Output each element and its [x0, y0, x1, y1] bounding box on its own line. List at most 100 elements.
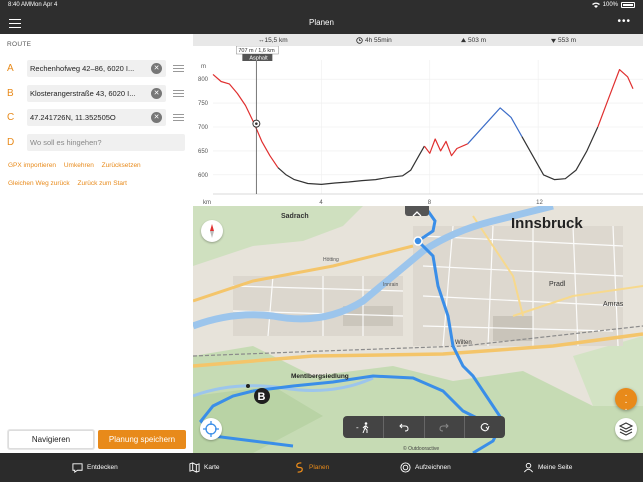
more-options-icon[interactable]: ••• — [617, 17, 631, 27]
redo-button[interactable] — [425, 416, 466, 438]
reroute-button[interactable] — [465, 416, 505, 438]
waypoint-d-input[interactable]: Wo soll es hingehen? — [27, 134, 185, 151]
same-way-back-link[interactable]: Gleichen Weg zurück — [8, 180, 70, 187]
waypoint-b-field[interactable]: Klosterangerstraße 43, 6020 I... — [27, 85, 166, 102]
walk-icon — [362, 421, 369, 433]
plan-view: ↔15,5 km 4h 55min 503 m 553 m 600 650 700 7… — [193, 34, 643, 453]
tab-map[interactable]: Karte — [189, 453, 220, 482]
waypoint-letter: A — [7, 63, 14, 74]
drag-handle-icon[interactable] — [173, 65, 184, 72]
status-bar: 8:40 AM Mon Apr 4 100% — [0, 0, 643, 12]
y-tick-label: 700 — [198, 125, 209, 131]
map-attribution: © Outdooractive — [403, 445, 439, 452]
tab-map-label: Karte — [204, 464, 220, 471]
wifi-icon — [591, 2, 600, 8]
waypoint-letter: B — [7, 88, 14, 99]
stat-ascent-value: 503 m — [468, 37, 487, 44]
redo-icon — [439, 423, 450, 432]
map-label-innsbruck: Innsbruck — [511, 215, 583, 232]
compass-button[interactable] — [201, 220, 223, 242]
tab-plan[interactable]: Planen — [294, 453, 329, 482]
discover-icon — [72, 463, 83, 473]
map-label-pradl: Pradl — [549, 281, 566, 288]
waypoint-d: D Wo soll es hingehen? — [0, 134, 193, 152]
ascent-icon — [461, 38, 466, 43]
map-label-wilten: Wilten — [455, 340, 472, 346]
waypoint-c: C 47.241726N, 11.352505O ✕ — [0, 109, 193, 127]
walk-mode-label: - — [356, 422, 359, 432]
tab-discover[interactable]: Entdecken — [72, 453, 118, 482]
vertical-dots-icon: · · · — [624, 390, 628, 415]
cursor-value-label: 707 m / 1,6 km — [238, 48, 275, 54]
drag-handle-icon[interactable] — [173, 114, 184, 121]
y-tick-label: 650 — [198, 149, 209, 155]
waypoint-letter: D — [7, 137, 15, 148]
waypoint-letter: C — [7, 112, 15, 123]
status-date: Mon Apr 4 — [30, 2, 58, 8]
map-label-hoetting: Hötting — [323, 257, 339, 263]
drag-handle-icon[interactable] — [173, 90, 184, 97]
undo-icon — [398, 423, 409, 432]
back-to-start-link[interactable]: Zurück zum Start — [77, 180, 126, 187]
map-edit-toolbar: - — [343, 416, 505, 438]
locate-button[interactable] — [200, 418, 222, 440]
waypoint-c-field[interactable]: 47.241726N, 11.352505O — [27, 109, 166, 126]
tab-record[interactable]: Aufzeichnen — [400, 453, 451, 482]
tab-plan-label: Planen — [309, 464, 330, 471]
elevation-chart[interactable]: 6006507007508004 8 12mkm707 m / 1,6 kmAsph… — [193, 46, 643, 206]
cursor-surface-label: Asphalt — [249, 56, 268, 62]
status-time: 8:40 AM — [8, 2, 31, 8]
reverse-link[interactable]: Umkehren — [64, 162, 94, 169]
waypoint-a-field[interactable]: Rechenhofweg 42–86, 6020 I... — [27, 60, 166, 77]
cursor-point-center — [255, 122, 258, 125]
stat-ascent: 503 m — [461, 37, 486, 44]
status-right: 100% — [591, 2, 635, 8]
map-label-sadrach: Sadrach — [281, 213, 309, 220]
stat-duration: 4h 55min — [356, 37, 392, 44]
route-actions-row2: Gleichen Weg zurück Zurück zum Start — [8, 180, 133, 187]
bottom-tab-bar: Entdecken Karte Planen Aufzeichnen Meine… — [0, 453, 643, 482]
reroute-icon — [480, 422, 490, 432]
clear-icon[interactable]: ✕ — [151, 88, 162, 99]
tab-profile[interactable]: Meine Seite — [523, 453, 572, 482]
tab-profile-label: Meine Seite — [538, 464, 573, 471]
more-actions-button[interactable]: · · · — [615, 388, 637, 415]
stat-distance: ↔15,5 km — [258, 37, 288, 44]
crosshair-icon — [203, 421, 219, 437]
navigate-button[interactable]: Navigieren — [8, 430, 94, 449]
plan-icon — [296, 462, 303, 473]
layers-button[interactable] — [615, 418, 637, 440]
tab-record-label: Aufzeichnen — [415, 464, 451, 471]
chart-background — [193, 46, 643, 206]
y-tick-label: 800 — [198, 77, 209, 83]
y-tick-label: 750 — [198, 101, 209, 107]
record-icon — [400, 462, 411, 473]
y-tick-label: 600 — [198, 173, 209, 179]
route-heading: ROUTE — [7, 41, 32, 48]
save-plan-button[interactable]: Planung speichern — [98, 430, 186, 449]
battery-percent: 100% — [602, 2, 618, 8]
tab-discover-label: Entdecken — [87, 464, 118, 471]
clear-icon[interactable]: ✕ — [151, 112, 162, 123]
route-actions-row1: GPX importieren Umkehren Zurücksetzen — [8, 162, 147, 169]
top-nav-bar: Planen ••• — [0, 12, 643, 34]
collapse-chart-button[interactable] — [405, 206, 429, 217]
map-label-amras: Amras — [603, 301, 624, 308]
reset-link[interactable]: Zurücksetzen — [102, 162, 141, 169]
map-label-innrain: Innrain — [383, 282, 399, 288]
descent-icon — [551, 38, 556, 43]
chevron-up-icon — [412, 211, 422, 217]
route-panel: ROUTE A Rechenhofweg 42–86, 6020 I... ✕ … — [0, 34, 193, 453]
gpx-import-link[interactable]: GPX importieren — [8, 162, 56, 169]
stat-duration-value: 4h 55min — [365, 37, 392, 44]
profile-icon — [524, 462, 533, 473]
route-stats-bar: ↔15,5 km 4h 55min 503 m 553 m — [193, 34, 643, 46]
walk-mode-button[interactable]: - — [343, 416, 384, 438]
waypoint-b-marker[interactable]: B — [254, 388, 270, 404]
clear-icon[interactable]: ✕ — [151, 63, 162, 74]
map-icon — [189, 462, 200, 473]
y-axis-label: m — [201, 64, 206, 70]
battery-icon — [621, 2, 635, 8]
waypoint-b-marker-label: B — [258, 391, 266, 403]
undo-button[interactable] — [384, 416, 425, 438]
